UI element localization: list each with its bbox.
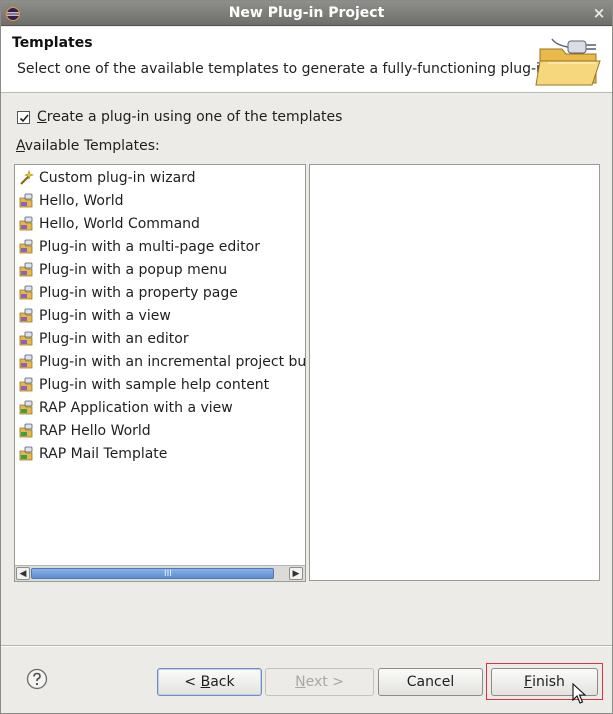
- help-icon[interactable]: [26, 668, 48, 690]
- scroll-thumb[interactable]: III: [31, 568, 274, 579]
- template-description-panel: [309, 164, 600, 581]
- list-item[interactable]: RAP Application with a view: [18, 397, 233, 419]
- plugin-template-icon: [19, 308, 33, 323]
- list-item[interactable]: Plug-in with a multi-page editor: [18, 236, 260, 258]
- title-bar[interactable]: New Plug-in Project ×: [1, 1, 612, 26]
- list-item[interactable]: Plug-in with a view: [18, 305, 171, 327]
- plugin-template-icon: [19, 216, 33, 231]
- horizontal-scrollbar[interactable]: ◀ III ▶: [15, 565, 305, 581]
- list-item[interactable]: Plug-in with a popup menu: [18, 259, 227, 281]
- next-button[interactable]: Next >: [265, 668, 374, 696]
- plugin-template-icon: [19, 354, 33, 369]
- new-plugin-project-dialog: New Plug-in Project × Templates Select o…: [0, 0, 613, 714]
- rap-template-icon: [19, 400, 33, 415]
- page-title: Templates: [12, 35, 93, 51]
- mouse-cursor-icon: [572, 683, 586, 704]
- use-template-checkbox-row[interactable]: Create a plug-in using one of the templa…: [17, 108, 342, 126]
- list-item[interactable]: RAP Mail Template: [18, 443, 167, 465]
- available-templates-label: Available Templates:: [16, 138, 160, 154]
- wizard-header: Templates Select one of the available te…: [1, 27, 612, 93]
- plugin-template-icon: [19, 262, 33, 277]
- plugin-template-icon: [19, 193, 33, 208]
- wand-icon: [20, 170, 34, 185]
- list-item[interactable]: Hello, World Command: [18, 213, 200, 235]
- list-item[interactable]: Hello, World: [18, 190, 124, 212]
- page-description: Select one of the available templates to…: [17, 61, 554, 77]
- checkmark-icon: [19, 113, 29, 122]
- scroll-grip: III: [164, 569, 172, 579]
- rap-template-icon: [19, 446, 33, 461]
- button-bar-separator: [1, 645, 612, 647]
- plugin-template-icon: [19, 285, 33, 300]
- cancel-button[interactable]: Cancel: [378, 668, 483, 696]
- scroll-left-icon[interactable]: ◀: [16, 567, 30, 580]
- rap-template-icon: [19, 423, 33, 438]
- back-button[interactable]: < Back: [157, 668, 262, 696]
- plugin-template-icon: [19, 377, 33, 392]
- plugin-template-icon: [19, 239, 33, 254]
- use-template-checkbox[interactable]: [17, 110, 30, 124]
- list-item[interactable]: Plug-in with a property page: [18, 282, 238, 304]
- list-item[interactable]: Plug-in with an editor: [18, 328, 189, 350]
- list-item[interactable]: Plug-in with sample help content: [18, 374, 269, 396]
- folder-plugin-wizard-icon: [535, 38, 601, 86]
- plugin-template-icon: [19, 331, 33, 346]
- list-item[interactable]: Plug-in with an incremental project buil…: [18, 351, 305, 373]
- close-icon[interactable]: ×: [590, 4, 608, 22]
- list-item[interactable]: RAP Hello World: [18, 420, 151, 442]
- use-template-label: Create a plug-in using one of the templa…: [37, 109, 343, 125]
- templates-list[interactable]: Custom plug-in wizard Hello, World Hello…: [14, 164, 306, 582]
- window-title: New Plug-in Project: [228, 5, 385, 21]
- list-item[interactable]: Custom plug-in wizard: [18, 167, 196, 189]
- scroll-right-icon[interactable]: ▶: [289, 567, 303, 580]
